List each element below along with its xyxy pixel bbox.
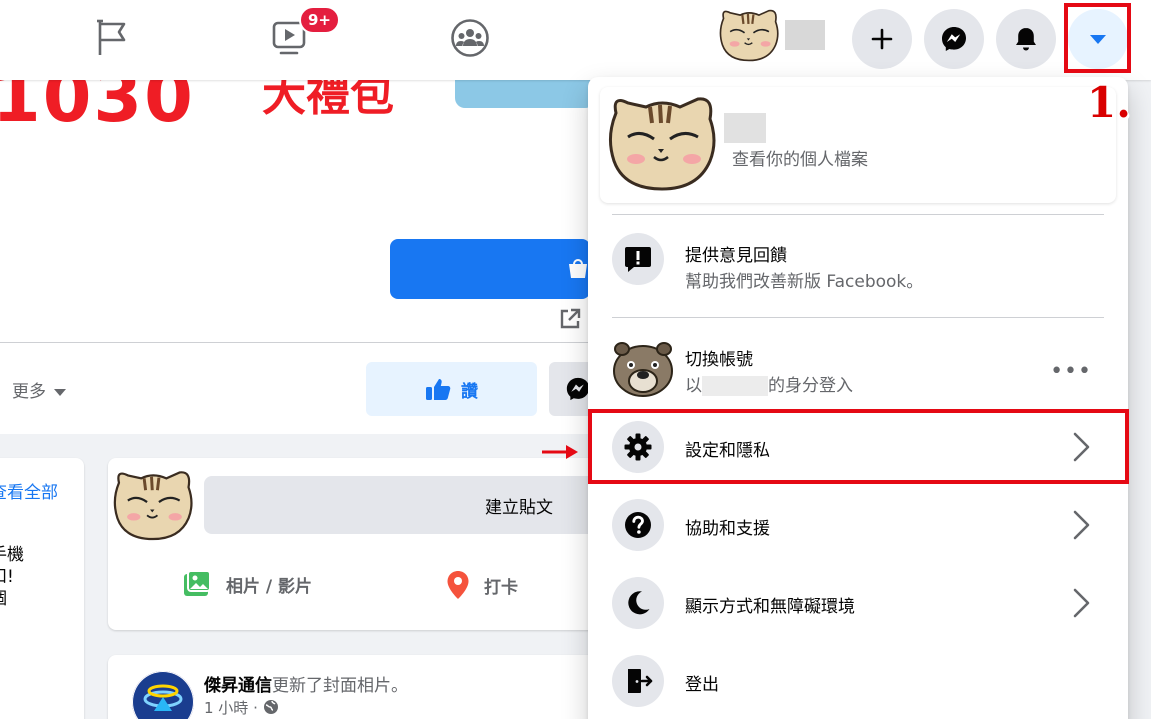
user-avatar[interactable] (111, 468, 195, 542)
highlight-box-settings-privacy (588, 409, 1129, 484)
globe-logo-icon (132, 671, 194, 719)
menu-item-switch-account[interactable]: 切換帳號 以 的身分登入 ••• (596, 331, 1120, 403)
post-action-text: 更新了封面相片。 (272, 676, 408, 696)
post-time-text[interactable]: 1 小時 · (204, 699, 258, 717)
feedback-title: 提供意見回饋 (685, 246, 787, 266)
more-tab[interactable]: 更多 (12, 377, 66, 402)
profile-name-redacted (724, 113, 766, 143)
top-navigation-bar: 9+ (0, 0, 1151, 80)
moon-icon (612, 577, 664, 629)
chevron-right-icon (1073, 510, 1090, 540)
shop-button[interactable] (390, 239, 590, 299)
account-name-redacted (702, 376, 768, 396)
photo-icon (184, 570, 211, 596)
menu-item-logout[interactable]: 登出 (596, 645, 1120, 717)
pages-flag-icon[interactable] (92, 18, 132, 58)
profile-avatar (609, 97, 716, 191)
display-accessibility-label: 顯示方式和無障礙環境 (685, 597, 855, 617)
view-profile-label: 查看你的個人檔案 (732, 150, 868, 170)
external-link-icon[interactable] (558, 307, 582, 331)
help-support-label: 協助和支援 (685, 519, 770, 539)
location-pin-icon (447, 571, 469, 599)
logout-door-icon (612, 655, 664, 707)
left-card-text-line: 個 (0, 584, 7, 609)
post-timestamp: 1 小時 · (204, 697, 279, 718)
thumbs-up-icon (426, 379, 451, 400)
like-page-button[interactable]: 讚 (366, 362, 537, 416)
switch-sub-suffix: 的身分登入 (768, 376, 853, 396)
menu-divider (612, 214, 1104, 215)
left-info-card: 查看全部 手機 扣! 個 (0, 458, 84, 719)
chevron-right-icon (1073, 588, 1090, 618)
profile-card[interactable]: 查看你的個人檔案 (600, 87, 1116, 203)
user-name-redacted[interactable] (785, 20, 825, 50)
photo-video-button[interactable]: 相片 / 影片 (182, 570, 312, 598)
chevron-down-icon (54, 388, 66, 396)
highlight-box-account-dropdown (1064, 3, 1131, 73)
groups-icon[interactable] (450, 18, 490, 58)
see-all-link[interactable]: 查看全部 (0, 478, 58, 503)
promo-banner-text: 大禮包 (262, 80, 394, 121)
user-avatar[interactable] (718, 7, 780, 63)
messenger-icon (942, 27, 966, 51)
create-post-input[interactable]: 建立貼文 (204, 476, 604, 534)
public-globe-icon (263, 700, 278, 714)
menu-divider (612, 317, 1104, 318)
switch-account-subtitle: 以 的身分登入 (685, 371, 853, 396)
feedback-subtitle: 幫助我們改善新版 Facebook。 (685, 272, 924, 292)
red-arrow-icon (542, 445, 578, 459)
menu-item-display-accessibility[interactable]: 顯示方式和無障礙環境 (596, 567, 1120, 639)
photo-video-label: 相片 / 影片 (226, 576, 313, 597)
switch-sub-prefix: 以 (685, 376, 702, 396)
feedback-icon (612, 233, 664, 285)
menu-item-feedback[interactable]: 提供意見回饋 幫助我們改善新版 Facebook。 (596, 223, 1120, 295)
switch-account-avatar (613, 342, 673, 397)
checkin-button[interactable]: 打卡 (446, 570, 518, 600)
help-question-icon (612, 499, 664, 551)
create-post-placeholder: 建立貼文 (485, 497, 553, 518)
page-tab-bar: 更多 讚 (0, 342, 609, 434)
more-tab-label: 更多 (12, 382, 46, 402)
shop-bag-icon (569, 259, 587, 278)
menu-item-help-support[interactable]: 協助和支援 (596, 489, 1120, 561)
create-plus-icon (871, 28, 893, 50)
post-author-name[interactable]: 傑昇通信 (204, 676, 272, 696)
messenger-button[interactable] (924, 9, 984, 69)
create-post-card: 建立貼文 相片 / 影片 打卡 (108, 458, 608, 630)
notifications-button[interactable] (996, 9, 1056, 69)
create-button[interactable] (852, 9, 912, 69)
post-author-avatar[interactable] (132, 671, 194, 719)
promo-banner-number: 1030 (0, 80, 195, 138)
post-headline: 傑昇通信更新了封面相片。 (204, 671, 408, 696)
feed-post-card: 傑昇通信更新了封面相片。 1 小時 · (108, 655, 608, 719)
switch-account-title: 切換帳號 (685, 350, 753, 370)
more-options-icon[interactable]: ••• (1050, 361, 1092, 383)
checkin-label: 打卡 (484, 577, 518, 598)
page-cover-area: 1030 大禮包 (0, 80, 590, 342)
watch-notification-badge: 9+ (299, 6, 341, 34)
notifications-bell-icon (1016, 28, 1036, 51)
logout-label: 登出 (685, 675, 719, 695)
like-button-label: 讚 (461, 381, 478, 402)
promo-banner-image (455, 80, 590, 108)
account-dropdown-menu: 查看你的個人檔案 提供意見回饋 幫助我們改善新版 Facebook。 切換帳號 … (588, 77, 1128, 719)
step-number-label: 1. (1087, 78, 1131, 127)
